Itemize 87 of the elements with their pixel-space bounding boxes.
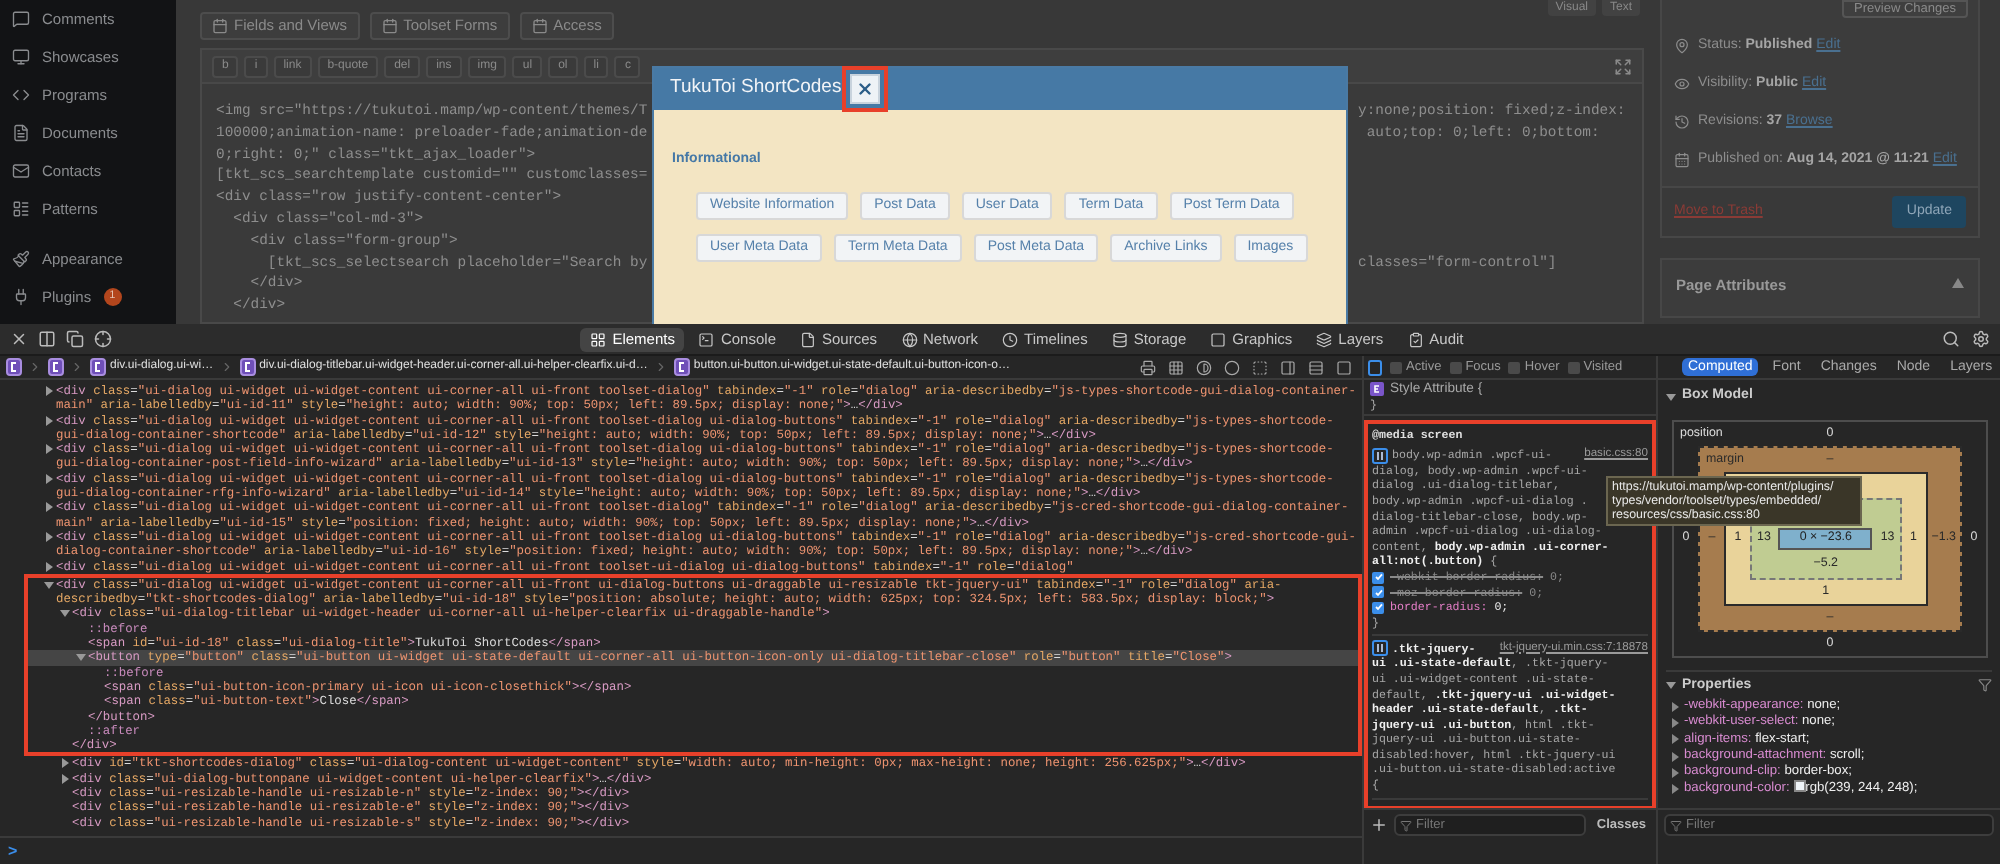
- disclosure-triangle-icon[interactable]: [1670, 701, 1680, 712]
- brush-icon: [12, 250, 30, 268]
- database-icon: [1111, 331, 1128, 347]
- panel-icon[interactable]: [1280, 359, 1296, 375]
- disclosure-triangle-icon[interactable]: [76, 652, 86, 663]
- caret-up-icon[interactable]: [1952, 278, 1964, 288]
- add-icon[interactable]: [1370, 816, 1388, 834]
- speech-bubble-icon: [12, 10, 30, 28]
- checkbox[interactable]: [1449, 361, 1462, 373]
- disclosure-triangle-icon[interactable]: [44, 561, 54, 572]
- undock-icon[interactable]: [66, 330, 84, 348]
- checkbox[interactable]: [1390, 361, 1402, 373]
- calendar-icon: [212, 18, 228, 34]
- clipboard-icon: [1407, 331, 1424, 347]
- contrast-icon[interactable]: [1196, 359, 1212, 375]
- disclosure-triangle-icon[interactable]: [44, 473, 54, 484]
- crosshair-icon[interactable]: [94, 330, 112, 348]
- element-icon[interactable]: [6, 358, 22, 376]
- filter-icon[interactable]: [1978, 678, 1992, 693]
- code-icon: [12, 86, 30, 104]
- envelope-icon: [12, 162, 30, 180]
- close-button[interactable]: [849, 74, 880, 104]
- checkbox[interactable]: [1567, 361, 1580, 373]
- disclosure-triangle-icon[interactable]: [60, 773, 70, 784]
- disclosure-triangle-icon[interactable]: [44, 531, 54, 542]
- list-icon: [12, 200, 30, 218]
- chevron-icon: [219, 360, 234, 374]
- close-icon[interactable]: [10, 330, 28, 348]
- eye-icon: [1674, 75, 1690, 91]
- checkbox[interactable]: [1372, 601, 1384, 614]
- document-icon: [12, 124, 30, 142]
- disclosure-triangle-icon[interactable]: [1670, 767, 1680, 778]
- square-icon[interactable]: [1336, 359, 1352, 375]
- fullscreen-icon[interactable]: [1614, 57, 1632, 75]
- plug-icon: [12, 288, 30, 306]
- disclosure-triangle-icon[interactable]: [1670, 784, 1680, 795]
- disclosure-triangle-icon[interactable]: [44, 386, 54, 396]
- element-icon[interactable]: [239, 358, 256, 376]
- panel-toggle-icon[interactable]: [1368, 359, 1382, 375]
- circle-icon[interactable]: [1224, 359, 1240, 375]
- disclosure-triangle-icon[interactable]: [1670, 717, 1680, 728]
- calendar-icon: [531, 18, 548, 34]
- clock-icon: [1002, 331, 1019, 347]
- terminal-icon: [698, 331, 715, 347]
- chevron-icon: [653, 360, 668, 374]
- console-prompt[interactable]: >: [8, 839, 18, 863]
- disclosure-triangle-icon[interactable]: [60, 608, 70, 619]
- chevron-icon: [28, 360, 42, 374]
- dialog-title: TukuToi ShortCodes: [670, 74, 842, 103]
- disclosure-triangle-icon[interactable]: [1666, 391, 1676, 402]
- rule-icon[interactable]: [1372, 447, 1388, 464]
- element-icon[interactable]: [48, 358, 64, 376]
- style-attribute-icon: [1370, 382, 1384, 397]
- disclosure-triangle-icon[interactable]: [44, 415, 54, 426]
- disclosure-triangle-icon[interactable]: [1670, 751, 1680, 762]
- rows-icon[interactable]: [1308, 359, 1324, 375]
- rule-icon[interactable]: [1372, 640, 1388, 657]
- calendar-icon: [1674, 151, 1690, 167]
- element-icon[interactable]: [673, 358, 690, 376]
- calendar-icon: [381, 18, 398, 34]
- settings-icon[interactable]: [1972, 330, 1990, 348]
- close-icon: [855, 80, 874, 98]
- history-icon: [1674, 113, 1690, 129]
- monitor-icon: [12, 48, 30, 66]
- checkbox[interactable]: [1508, 361, 1521, 373]
- grid-icon: [590, 331, 607, 347]
- dock-icon[interactable]: [38, 330, 56, 348]
- search-icon[interactable]: [1942, 330, 1960, 348]
- filter-icon: [1400, 819, 1412, 831]
- disclosure-triangle-icon[interactable]: [1670, 734, 1680, 745]
- globe-icon: [901, 331, 918, 347]
- checkbox[interactable]: [1372, 571, 1384, 584]
- checkbox[interactable]: [1372, 586, 1384, 599]
- square-icon: [1210, 331, 1227, 347]
- disclosure-triangle-icon[interactable]: [60, 758, 70, 769]
- file-icon: [800, 331, 816, 347]
- grid-icon[interactable]: [1168, 359, 1184, 375]
- layers-icon: [1316, 331, 1333, 347]
- disclosure-triangle-icon[interactable]: [44, 444, 54, 455]
- element-icon[interactable]: [90, 358, 106, 376]
- chevron-icon: [70, 360, 84, 374]
- disclosure-triangle-icon[interactable]: [44, 502, 54, 513]
- disclosure-triangle-icon[interactable]: [1666, 680, 1676, 691]
- pin-icon: [1674, 37, 1690, 53]
- disclosure-triangle-icon[interactable]: [44, 579, 54, 590]
- filter-icon: [1670, 819, 1682, 831]
- printer-icon[interactable]: [1140, 359, 1156, 375]
